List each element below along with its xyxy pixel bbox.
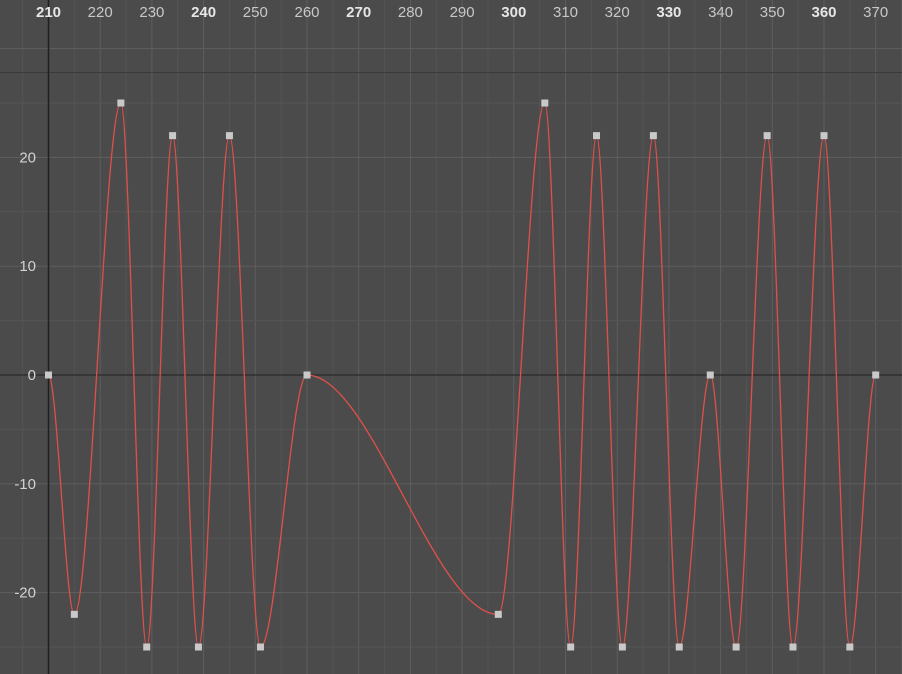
frame-tick-label: 320	[605, 4, 630, 21]
frame-tick-label: 230	[139, 4, 164, 21]
frame-tick-label: 260	[294, 4, 319, 21]
keyframe-point[interactable]	[225, 132, 233, 140]
keyframe-point[interactable]	[593, 132, 601, 140]
frame-tick-label: 280	[398, 4, 423, 21]
keyframe-point[interactable]	[256, 643, 264, 651]
keyframe-point[interactable]	[194, 643, 202, 651]
value-tick-label: -20	[14, 585, 36, 602]
keyframe-point[interactable]	[675, 643, 683, 651]
keyframe-point[interactable]	[820, 132, 828, 140]
keyframe-point[interactable]	[303, 371, 311, 379]
keyframe-point[interactable]	[872, 371, 880, 379]
value-tick-label: 20	[19, 149, 36, 166]
graph-editor[interactable]: 210 220 230 240 250 260 270 280 290 300 310 320 330 3…	[0, 0, 902, 674]
keyframe-point[interactable]	[117, 99, 125, 107]
graph-background	[0, 0, 902, 674]
frame-tick-label: 270	[346, 4, 371, 21]
frame-tick-label: 370	[863, 4, 888, 21]
frame-tick-label: 300	[501, 4, 526, 21]
frame-tick-label: 210	[36, 4, 61, 21]
keyframe-point[interactable]	[706, 371, 714, 379]
frame-tick-label: 290	[450, 4, 475, 21]
frame-tick-label: 240	[191, 4, 216, 21]
frame-ruler[interactable]: 210 220 230 240 250 260 270 280 290 300 310 320 330 3…	[36, 4, 888, 21]
frame-tick-label: 220	[88, 4, 113, 21]
keyframe-point[interactable]	[45, 371, 52, 379]
value-tick-label: 0	[28, 367, 36, 384]
value-tick-label: 10	[19, 258, 36, 275]
value-tick-label: -10	[14, 476, 36, 493]
frame-tick-label: 350	[760, 4, 785, 21]
keyframe-point[interactable]	[789, 643, 797, 651]
frame-tick-label: 250	[243, 4, 268, 21]
keyframe-point[interactable]	[763, 132, 771, 140]
keyframe-point[interactable]	[541, 99, 549, 107]
keyframe-point[interactable]	[618, 643, 626, 651]
keyframe-point[interactable]	[732, 643, 740, 651]
keyframe-point[interactable]	[649, 132, 657, 140]
keyframe-point[interactable]	[494, 610, 502, 618]
frame-tick-label: 340	[708, 4, 733, 21]
keyframe-point[interactable]	[567, 643, 575, 651]
keyframe-point[interactable]	[169, 132, 177, 140]
frame-tick-label: 330	[656, 4, 681, 21]
keyframe-point[interactable]	[846, 643, 854, 651]
frame-tick-label: 360	[811, 4, 836, 21]
keyframe-point[interactable]	[143, 643, 151, 651]
graph-canvas[interactable]: 210 220 230 240 250 260 270 280 290 300 310 320 330 3…	[0, 0, 902, 674]
keyframe-point[interactable]	[70, 610, 78, 618]
frame-tick-label: 310	[553, 4, 578, 21]
